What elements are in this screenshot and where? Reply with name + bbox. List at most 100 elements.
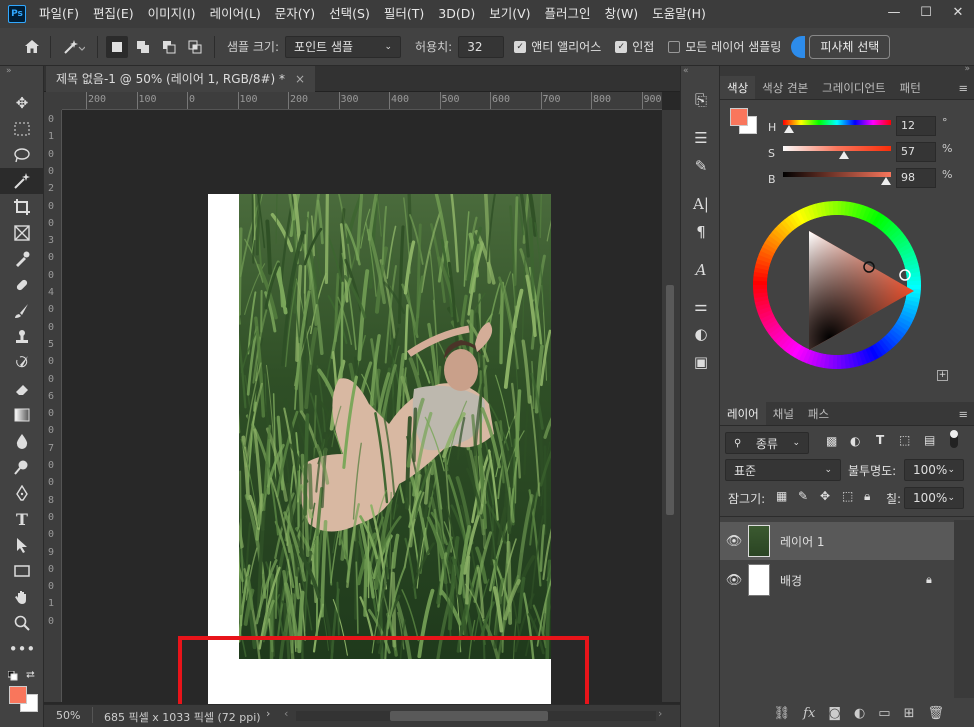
hue-track[interactable] — [783, 120, 891, 125]
lock-artboard-icon[interactable]: ⬚ — [842, 489, 853, 503]
eye-icon[interactable]: 👁︎ — [720, 573, 748, 588]
saturation-input[interactable]: 57 — [896, 142, 936, 162]
eyedropper-tool-icon[interactable] — [0, 246, 44, 272]
close-tab-icon[interactable]: × — [295, 66, 305, 92]
layer-row-background[interactable]: 👁︎ 배경 🔒︎ — [720, 561, 954, 599]
maximize-button[interactable]: ☐ — [910, 0, 942, 28]
filter-type-icon[interactable]: T — [876, 433, 884, 447]
type-tool-icon[interactable]: T — [0, 506, 44, 532]
glyphs-panel-icon[interactable]: A — [681, 256, 721, 284]
menu-image[interactable]: 이미지(I) — [141, 0, 203, 28]
marquee-tool-icon[interactable] — [0, 116, 44, 142]
scroll-left-icon[interactable]: ‹ — [284, 707, 288, 720]
hand-tool-icon[interactable] — [0, 584, 44, 610]
brush-tool-icon[interactable] — [0, 298, 44, 324]
filter-shape-icon[interactable]: ⬚ — [899, 433, 910, 447]
new-group-icon[interactable]: ▭ — [878, 706, 890, 721]
tab-color[interactable]: 색상 — [720, 76, 756, 99]
menu-filter[interactable]: 필터(T) — [377, 0, 431, 28]
menu-help[interactable]: 도움말(H) — [645, 0, 713, 28]
document-tab[interactable]: 제목 없음-1 @ 50% (레이어 1, RGB/8#) * × — [46, 66, 316, 92]
adjustments-panel-icon[interactable]: ⚌ — [681, 292, 721, 320]
magic-wand-preset-icon[interactable] — [57, 35, 91, 59]
menu-plugins[interactable]: 플러그인 — [538, 0, 598, 28]
trash-icon[interactable]: 🗑︎ — [927, 706, 944, 721]
new-adjustment-layer-icon[interactable]: ◐ — [854, 706, 865, 721]
minimize-button[interactable]: — — [878, 0, 910, 28]
paragraph-panel-icon[interactable]: ¶ — [681, 218, 721, 246]
blend-mode-dropdown[interactable]: 표준 ⌄ — [725, 459, 841, 481]
horizontal-scroll-thumb[interactable] — [390, 711, 548, 721]
clone-stamp-tool-icon[interactable] — [0, 324, 44, 350]
move-tool-icon[interactable]: ✥ — [0, 90, 44, 116]
properties-panel-icon[interactable]: ☰ — [681, 124, 721, 152]
subtract-selection-button[interactable] — [158, 36, 180, 58]
menu-3d[interactable]: 3D(D) — [431, 0, 482, 28]
home-icon[interactable] — [20, 35, 44, 59]
collapse-icon[interactable]: « — [681, 66, 719, 80]
menu-edit[interactable]: 편집(E) — [86, 0, 141, 28]
brightness-thumb[interactable] — [881, 177, 891, 185]
menu-window[interactable]: 창(W) — [598, 0, 646, 28]
gradient-tool-icon[interactable] — [0, 402, 44, 428]
hue-input[interactable]: 12 — [896, 116, 936, 136]
contiguous-checkbox[interactable]: ✓ 인접 — [615, 38, 654, 55]
all-layers-checkbox[interactable]: 모든 레이어 샘플링 — [668, 38, 781, 55]
hue-thumb[interactable] — [784, 125, 794, 133]
canvas-pasteboard[interactable] — [62, 110, 662, 720]
history-brush-tool-icon[interactable] — [0, 350, 44, 376]
opacity-input[interactable]: 100% ⌄ — [904, 459, 964, 481]
dodge-tool-icon[interactable] — [0, 454, 44, 480]
foreground-color-swatch[interactable] — [9, 686, 27, 704]
lasso-tool-icon[interactable] — [0, 142, 44, 168]
tab-paths[interactable]: 패스 — [801, 402, 836, 425]
tab-gradients[interactable]: 그레이디언트 — [815, 76, 892, 99]
collapse-icon[interactable]: » — [964, 64, 970, 74]
crop-tool-icon[interactable] — [0, 194, 44, 220]
lock-all-icon[interactable]: 🔒︎ — [864, 489, 870, 504]
path-selection-tool-icon[interactable] — [0, 532, 44, 558]
close-button[interactable]: ✕ — [942, 0, 974, 28]
select-subject-button[interactable]: 피사체 선택 — [809, 34, 891, 59]
blur-tool-icon[interactable] — [0, 428, 44, 454]
collapse-icon[interactable]: » — [0, 66, 43, 76]
tab-channels[interactable]: 채널 — [766, 402, 801, 425]
brightness-track[interactable] — [783, 172, 891, 177]
brush-settings-panel-icon[interactable]: ✎ — [681, 152, 721, 180]
color-wheel[interactable] — [752, 200, 922, 370]
intersect-selection-button[interactable] — [184, 36, 206, 58]
rectangle-tool-icon[interactable] — [0, 558, 44, 584]
fill-input[interactable]: 100% ⌄ — [904, 487, 964, 509]
libraries-panel-icon[interactable]: ▣ — [681, 348, 721, 376]
new-selection-button[interactable] — [106, 35, 128, 58]
antialias-checkbox[interactable]: ✓ 앤티 앨리어스 — [514, 38, 601, 55]
filter-adjustment-icon[interactable]: ◐ — [850, 434, 860, 448]
eraser-tool-icon[interactable] — [0, 376, 44, 402]
zoom-level[interactable]: 50% — [56, 709, 80, 722]
vertical-scroll-thumb[interactable] — [666, 285, 674, 515]
horizontal-scrollbar[interactable] — [296, 711, 656, 721]
swap-colors-icon[interactable]: ⮂ — [26, 668, 35, 682]
lock-position-icon[interactable]: ✥ — [820, 489, 830, 503]
new-layer-icon[interactable]: ⊞ — [904, 706, 915, 721]
filter-smart-object-icon[interactable]: ▤ — [924, 433, 935, 447]
more-tools-icon[interactable]: ••• — [0, 636, 44, 662]
fx-icon[interactable]: fx — [803, 706, 815, 721]
layers-scrollbar[interactable] — [954, 520, 974, 698]
magic-wand-tool-icon[interactable] — [0, 168, 44, 194]
color-fg-swatch[interactable] — [730, 108, 748, 126]
vertical-scrollbar[interactable] — [662, 110, 680, 702]
default-colors-icon[interactable] — [7, 670, 18, 684]
layer-row-1[interactable]: 👁︎ 레이어 1 — [720, 522, 954, 560]
layer-name[interactable]: 레이어 1 — [780, 533, 825, 550]
tab-swatches[interactable]: 색상 견본 — [755, 76, 815, 99]
brightness-input[interactable]: 98 — [896, 168, 936, 188]
sample-size-dropdown[interactable]: 포인트 샘플 ⌄ — [285, 35, 402, 58]
add-selection-button[interactable] — [132, 36, 154, 58]
menu-layer[interactable]: 레이어(L) — [203, 0, 268, 28]
styles-panel-icon[interactable]: ◐ — [681, 320, 721, 348]
saturation-track[interactable] — [783, 146, 891, 151]
filter-pixel-icon[interactable]: ▩ — [826, 434, 837, 448]
lock-transparent-icon[interactable]: ▦ — [776, 489, 787, 503]
frame-tool-icon[interactable] — [0, 220, 44, 246]
